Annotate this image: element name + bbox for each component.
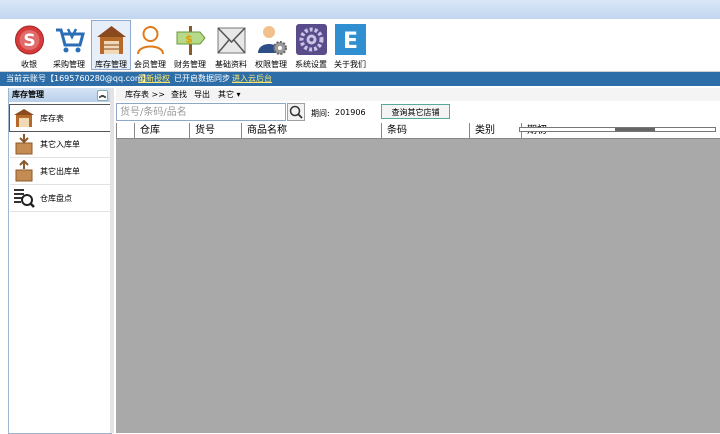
query-other-stores-button[interactable]: 查询其它店铺 [381, 104, 450, 119]
sidebar-item-label: 其它入库单 [40, 140, 80, 149]
period-value: 201906 [335, 108, 366, 117]
column-header[interactable]: 类别 [469, 123, 521, 138]
sidebar-title: 库存管理 [12, 90, 44, 99]
breadcrumb: 库存表 >> [125, 90, 165, 99]
cart-icon [56, 28, 85, 53]
other-menu[interactable]: 其它 ▾ [218, 88, 241, 101]
toolbar-finance-button[interactable]: $ 财务管理 [171, 21, 209, 69]
sidebar-item-label: 其它出库单 [40, 167, 80, 176]
status-bar: 当前云账号【1695760280@qq.com】 重新授权 已开启数据同步 进入… [0, 72, 720, 86]
money-sign-icon: $ [176, 26, 206, 55]
sidebar-item-label: 仓库盘点 [40, 194, 72, 203]
grid-header: 仓库 货号 商品名称 条码 类别 期初 [116, 123, 720, 139]
toolbar-settings-button[interactable]: 系统设置 [292, 21, 330, 69]
data-grid: 仓库 货号 商品名称 条码 类别 期初 [116, 123, 720, 433]
sidebar: 库存管理 ︽ 库存表 其它入库单 其它出库单 仓库盘点 [8, 88, 112, 434]
sync-status-text: 已开启数据同步 [174, 74, 230, 83]
toolbar-label: 财务管理 [174, 60, 206, 69]
horizontal-scrollbar[interactable] [519, 127, 716, 132]
settings-icon [296, 24, 327, 55]
person-icon [137, 26, 164, 55]
row-header-corner [116, 123, 134, 138]
sidebar-item-other-inbound[interactable]: 其它入库单 [10, 131, 110, 158]
splitter[interactable] [110, 88, 114, 433]
sidebar-item-label: 库存表 [40, 114, 64, 123]
sidebar-header: 库存管理 ︽ [9, 88, 111, 102]
cashier-icon: S [15, 25, 44, 55]
toolbar-label: 关于我们 [334, 60, 366, 69]
svg-text:$: $ [185, 33, 193, 46]
user-gear-icon [258, 26, 287, 55]
sidebar-item-inventory-table[interactable]: 库存表 [9, 104, 111, 132]
main-toolbar: S 收银 采购管理 库存管理 会员管理 $ 财务管理 基础资料 权限管理 系统设… [0, 19, 720, 72]
menu-bar: 库存表 >> 查找 导出 其它 ▾ [116, 88, 720, 101]
cloud-backend-link[interactable]: 进入云后台 [232, 72, 272, 86]
title-bar [0, 0, 720, 20]
search-input[interactable]: 货号/条码/品名 [116, 103, 286, 121]
box-out-icon [15, 160, 33, 182]
toolbar-inventory-button[interactable]: 库存管理 [91, 20, 131, 70]
sidebar-item-other-outbound[interactable]: 其它出库单 [10, 158, 110, 185]
svg-text:E: E [343, 29, 358, 54]
reauthorize-link[interactable]: 重新授权 [138, 72, 170, 86]
column-header[interactable]: 货号 [189, 123, 241, 138]
scrollbar-thumb[interactable] [615, 128, 655, 131]
box-in-icon [15, 134, 33, 155]
inventory-table-icon [14, 109, 34, 127]
search-button[interactable] [287, 103, 305, 121]
search-icon [289, 105, 303, 119]
toolbar-purchase-button[interactable]: 采购管理 [50, 21, 88, 69]
svg-text:S: S [23, 31, 35, 51]
toolbar-member-button[interactable]: 会员管理 [131, 21, 169, 69]
toolbar-cashier-button[interactable]: S 收银 [10, 21, 48, 69]
left-gutter [0, 88, 8, 433]
toolbar-basic-data-button[interactable]: 基础资料 [212, 21, 250, 69]
find-menu[interactable]: 查找 [171, 88, 187, 101]
period-label: 期间: [311, 109, 330, 118]
letter-e-icon: E [335, 24, 366, 55]
column-header[interactable]: 商品名称 [241, 123, 381, 138]
toolbar-label: 采购管理 [53, 60, 85, 69]
toolbar-about-button[interactable]: E 关于我们 [331, 21, 369, 69]
account-text: 当前云账号【1695760280@qq.com】 [6, 74, 151, 83]
magnifier-list-icon [14, 189, 35, 208]
column-header[interactable]: 条码 [381, 123, 469, 138]
collapse-icon[interactable]: ︽ [97, 90, 108, 101]
column-header[interactable]: 仓库 [134, 123, 189, 138]
toolbar-permissions-button[interactable]: 权限管理 [252, 21, 290, 69]
sidebar-item-stocktaking[interactable]: 仓库盘点 [10, 185, 110, 212]
export-menu[interactable]: 导出 [194, 88, 210, 101]
warehouse-icon [97, 26, 126, 54]
envelope-icon [217, 27, 246, 54]
